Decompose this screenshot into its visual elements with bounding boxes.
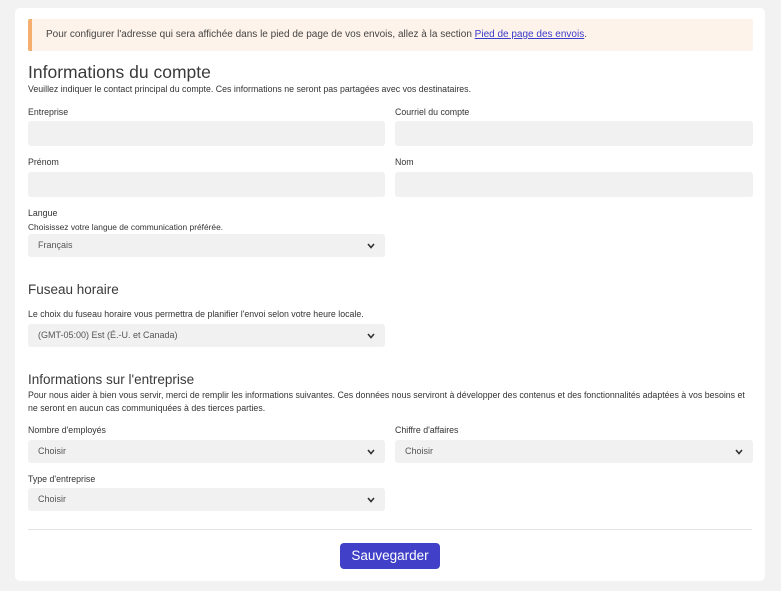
account-section-description: Veuillez indiquer le contact principal d… xyxy=(28,84,472,94)
save-button[interactable]: Sauvegarder xyxy=(340,543,440,569)
chevron-down-icon xyxy=(367,242,375,249)
business-description: Pour nous aider à bien vous servir, merc… xyxy=(28,390,745,413)
revenue-select[interactable]: Choisir xyxy=(395,440,753,463)
firstname-input[interactable] xyxy=(28,172,385,197)
employees-select-value: Choisir xyxy=(38,446,67,456)
footer-notice-banner: Pour configurer l'adresse qui sera affic… xyxy=(28,19,753,51)
account-email-input[interactable] xyxy=(395,121,753,146)
notice-text: Pour configurer l'adresse qui sera affic… xyxy=(46,29,475,40)
revenue-label: Chiffre d'affaires xyxy=(395,425,459,435)
account-section-title: Informations du compte xyxy=(28,62,211,82)
chevron-down-icon xyxy=(367,332,375,339)
timezone-description: Le choix du fuseau horaire vous permettr… xyxy=(28,309,364,319)
account-email-label: Courriel du compte xyxy=(395,107,470,117)
revenue-select-value: Choisir xyxy=(405,446,434,456)
chevron-down-icon xyxy=(367,448,375,455)
company-input[interactable] xyxy=(28,121,385,146)
company-label: Entreprise xyxy=(28,107,69,117)
timezone-section-title: Fuseau horaire xyxy=(28,282,119,297)
language-help-text: Choisissez votre langue de communication… xyxy=(28,222,224,232)
business-type-label: Type d'entreprise xyxy=(28,474,96,484)
employees-label: Nombre d'employés xyxy=(28,425,106,435)
language-select[interactable]: Français xyxy=(28,234,385,257)
language-select-value: Français xyxy=(38,240,73,250)
lastname-input[interactable] xyxy=(395,172,753,197)
timezone-select[interactable]: (GMT-05:00) Est (É.-U. et Canada) xyxy=(28,324,385,347)
firstname-label: Prénom xyxy=(28,157,59,167)
language-label: Langue xyxy=(28,208,58,218)
form-divider xyxy=(28,529,752,530)
timezone-select-value: (GMT-05:00) Est (É.-U. et Canada) xyxy=(38,330,178,340)
chevron-down-icon xyxy=(367,496,375,503)
lastname-label: Nom xyxy=(395,157,414,167)
business-type-select[interactable]: Choisir xyxy=(28,488,385,511)
account-settings-card: Pour configurer l'adresse qui sera affic… xyxy=(15,8,765,581)
chevron-down-icon xyxy=(735,448,743,455)
notice-suffix: . xyxy=(584,29,587,40)
footer-settings-link[interactable]: Pied de page des envois xyxy=(475,29,585,40)
business-section-title: Informations sur l'entreprise xyxy=(28,372,195,387)
employees-select[interactable]: Choisir xyxy=(28,440,385,463)
business-type-select-value: Choisir xyxy=(38,494,67,504)
